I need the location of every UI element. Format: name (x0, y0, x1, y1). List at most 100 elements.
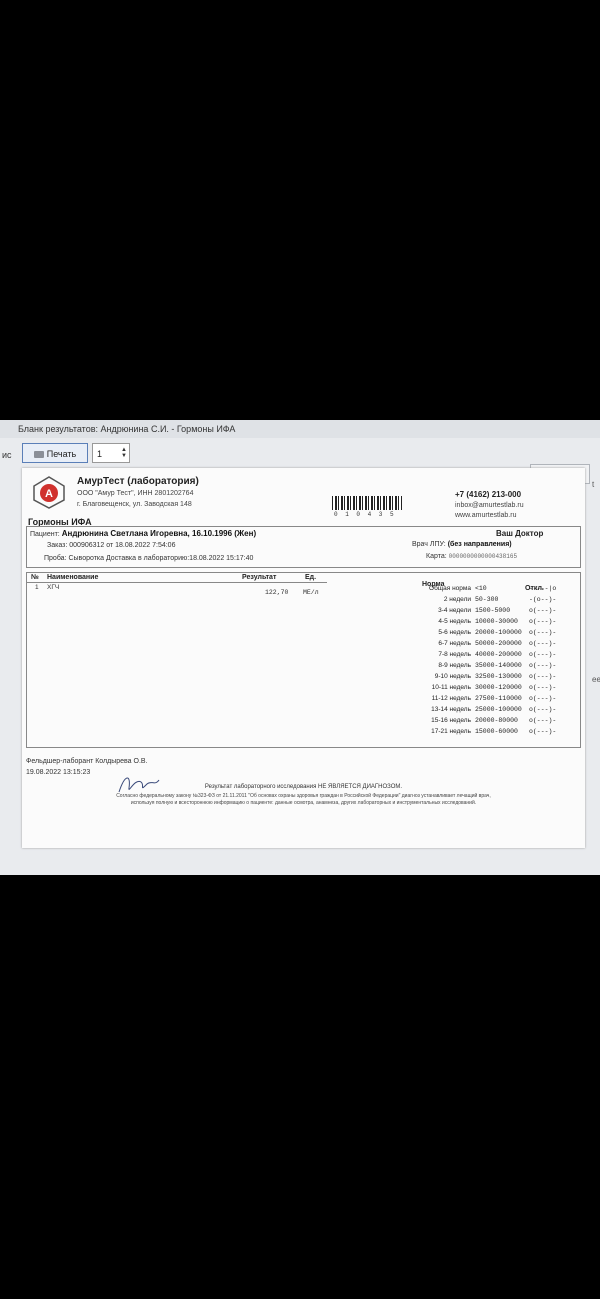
norm-deviation: o(---)- (529, 607, 557, 614)
norm-label: 5-6 недель (438, 629, 471, 636)
norm-row: 9-10 недель 32500-130000 o(---)- (387, 673, 577, 682)
row-name: ХГЧ (47, 584, 60, 591)
norm-range: 32500-130000 (475, 673, 522, 680)
norm-range: 1500-5000 (475, 607, 511, 614)
norm-row: 3-4 недели 1500-5000 o(---)- (387, 607, 577, 616)
signer: Фельдшер-лаборант Колдырева О.В. (26, 758, 148, 765)
row-result: 122,70 (265, 589, 289, 596)
lab-org: ООО "Амур Тест", ИНН 2801202764 (77, 490, 194, 497)
card-line: Карта: 0000000000000438165 (426, 553, 517, 560)
norm-deviation: -----|o (529, 585, 557, 592)
background-window-edge: t (592, 480, 595, 489)
logo-letter: А (45, 488, 53, 500)
norm-label: 9-10 недель (434, 673, 471, 680)
sample-value: Сыворотка Доставка в лабораторию:18.08.2… (68, 555, 254, 562)
norm-row: 13-14 недель 25000-100000 o(---)- (387, 706, 577, 715)
norm-range: 35000-140000 (475, 662, 522, 669)
copies-value: 1 (97, 449, 103, 459)
sample-line: Проба: Сыворотка Доставка в лабораторию:… (44, 555, 253, 562)
card-value: 0000000000000438165 (448, 553, 518, 560)
norm-deviation: o(---)- (529, 728, 557, 735)
lpu-label: Врач ЛПУ: (412, 541, 446, 548)
norm-deviation: o(---)- (529, 717, 557, 724)
doctor-title: Ваш Доктор (496, 529, 544, 538)
norm-row: 6-7 недель 50000-200000 o(---)- (387, 640, 577, 649)
norm-label: Общая норма (429, 585, 471, 592)
norm-deviation: o(---)- (529, 651, 557, 658)
norm-label: 13-14 недель (431, 706, 471, 713)
app-window: Бланк результатов: Андрюнина С.И. - Горм… (0, 420, 600, 875)
patient-label: Пациент: (30, 531, 60, 538)
order-line: Заказ: 000906312 от 18.08.2022 7:54:06 (47, 542, 175, 549)
lab-email: inbox@amurtestlab.ru (455, 502, 524, 509)
toolbar: ис Печать 1 ▲ ▼ (0, 440, 600, 468)
norm-row: 10-11 недель 30000-120000 o(---)- (387, 684, 577, 693)
norm-deviation: o(---)- (529, 640, 557, 647)
norm-row: 11-12 недель 27500-110000 o(---)- (387, 695, 577, 704)
norm-deviation: o(---)- (529, 662, 557, 669)
order-label: Заказ: (47, 542, 68, 549)
barcode (332, 496, 402, 510)
norm-label: 7-8 недель (438, 651, 471, 658)
print-label: Печать (46, 449, 77, 459)
norm-row: 5-6 недель 20000-100000 o(---)- (387, 629, 577, 638)
lab-name: АмурТест (лаборатория) (77, 476, 199, 487)
window-titlebar: Бланк результатов: Андрюнина С.И. - Горм… (0, 420, 600, 438)
col-header-name: Наименование (47, 574, 99, 581)
copies-stepper[interactable]: 1 ▲ ▼ (92, 443, 130, 463)
col-header-num: № (31, 574, 39, 581)
toolbar-left-label: ис (2, 450, 12, 460)
barcode-number: 0 1 0 4 3 5 (334, 511, 396, 518)
norm-row: 8-9 недель 35000-140000 o(---)- (387, 662, 577, 671)
lpu-value: (без направления) (447, 541, 512, 548)
norm-label: 17-21 недель (431, 728, 471, 735)
report-document: А АмурТест (лаборатория) ООО "Амур Тест"… (22, 468, 585, 848)
norm-range: 50000-200000 (475, 640, 522, 647)
triangle-a-logo-icon: А (33, 476, 65, 509)
norm-range: <10 (475, 585, 487, 592)
background-window-edge: ee (592, 675, 600, 684)
norm-label: 10-11 недель (431, 684, 471, 691)
norm-row: 4-5 недель 10000-30000 o(---)- (387, 618, 577, 627)
row-unit: МЕ/л (303, 589, 319, 596)
norm-row: 2 недели 50-300 -(o--)- (387, 596, 577, 605)
norm-deviation: o(---)- (529, 673, 557, 680)
norm-deviation: o(---)- (529, 684, 557, 691)
legal-line-1: Согласно федеральному закону №323-ФЗ от … (116, 793, 491, 799)
norm-range: 20000-80000 (475, 717, 518, 724)
card-label: Карта: (426, 553, 447, 560)
norm-range: 25000-100000 (475, 706, 522, 713)
patient-line: Пациент: Андрюнина Светлана Игоревна, 16… (30, 529, 256, 538)
col-header-result: Результат (242, 574, 277, 581)
norm-range: 30000-120000 (475, 684, 522, 691)
norm-row: 17-21 недель 15000-60000 o(---)- (387, 728, 577, 737)
row-num: 1 (35, 584, 39, 591)
norm-deviation: o(---)- (529, 629, 557, 636)
norm-row: Общая норма <10 -----|o (387, 585, 577, 594)
disclaimer: Результат лабораторного исследования НЕ … (204, 784, 403, 790)
norm-range: 40000-200000 (475, 651, 522, 658)
norm-range: 15000-60000 (475, 728, 518, 735)
print-button[interactable]: Печать (22, 443, 88, 463)
norm-label: 6-7 недель (438, 640, 471, 647)
stepper-arrows-icon[interactable]: ▲ ▼ (121, 447, 127, 459)
printer-icon (33, 451, 44, 458)
patient-name: Андрюнина Светлана Игоревна, 16.10.1996 … (61, 529, 257, 538)
results-table: № Наименование Результат Ед. Норма Откл.… (26, 572, 581, 748)
norm-range: 10000-30000 (475, 618, 518, 625)
norm-label: 3-4 недели (438, 607, 471, 614)
legal-line-2: используя полную и всестороннюю информац… (130, 800, 477, 806)
sign-date: 19.08.2022 13:15:23 (26, 769, 91, 776)
lab-address: г. Благовещенск, ул. Заводская 148 (77, 501, 192, 508)
norm-label: 2 недели (443, 596, 471, 603)
norm-label: 4-5 недель (438, 618, 471, 625)
norm-label: 8-9 недель (438, 662, 471, 669)
norm-deviation: o(---)- (529, 618, 557, 625)
order-value: 000906312 от 18.08.2022 7:54:06 (69, 542, 176, 549)
norm-range: 20000-100000 (475, 629, 522, 636)
norm-row: 7-8 недель 40000-200000 o(---)- (387, 651, 577, 660)
norm-row: 15-16 недель 20000-80000 o(---)- (387, 717, 577, 726)
norm-deviation: -(o--)- (529, 596, 557, 603)
norm-range: 27500-110000 (475, 695, 522, 702)
norm-deviation: o(---)- (529, 695, 557, 702)
